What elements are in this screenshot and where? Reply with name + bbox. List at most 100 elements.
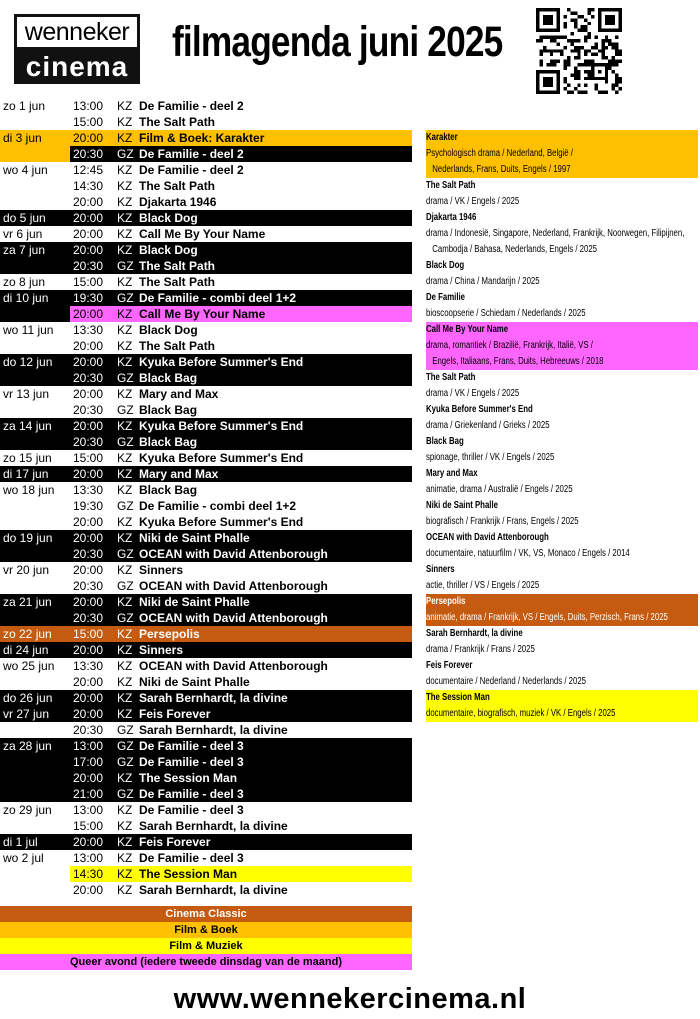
schedule-date: zo 8 jun [3,275,46,289]
schedule-time: 20:30 [73,579,104,593]
schedule-row: 20:30 GZ De Familie - deel 2 [0,146,412,162]
film-description-details: documentaire, natuurfilm / VK, VS, Monac… [426,548,630,559]
schedule-film: Mary and Max [139,467,219,481]
schedule-time: 20:00 [73,467,104,481]
film-description: Djakarta 1946 drama / Indonesië, Singapor… [426,210,698,258]
schedule-hall: KZ [117,883,133,897]
film-description-details: Psychologisch drama / Nederland, België … [426,148,573,159]
schedule-row: wo 18 jun 13:30 KZ Black Bag [0,482,412,498]
schedule-time: 20:00 [73,227,104,241]
schedule-hall: KZ [117,99,133,113]
film-descriptions: Karakter Psychologisch drama / Nederland,… [426,130,698,722]
film-description-details: drama / Griekenland / Grieks / 2025 [426,420,550,431]
schedule-row: do 19 jun 20:00 KZ Niki de Saint Phalle [0,530,412,546]
schedule-time: 20:30 [73,147,104,161]
schedule-film: Mary and Max [139,387,219,401]
schedule-film: Persepolis [139,627,200,641]
film-description: The Session Man documentaire, biografisch… [426,690,698,722]
schedule-time: 20:00 [73,531,104,545]
schedule-row: di 1 jul 20:00 KZ Feis Forever [0,834,412,850]
schedule-hall: KZ [117,419,133,433]
schedule-film: OCEAN with David Attenborough [139,611,328,625]
schedule-time: 20:00 [73,563,104,577]
schedule-row: 20:00 KZ Kyuka Before Summer's End [0,514,412,530]
schedule-date: di 3 jun [3,131,42,145]
film-description: Black Dog drama / China / Mandarijn / 202… [426,258,698,290]
schedule-row: 20:30 GZ Black Bag [0,434,412,450]
film-description-details: actie, thriller / VS / Engels / 2025 [426,580,540,591]
qr-code-icon[interactable] [536,8,622,94]
schedule-list: zo 1 jun 13:00 KZ De Familie - deel 2 15:00 K… [0,98,412,898]
schedule-row: di 10 jun 19:30 GZ De Familie - combi deel … [0,290,412,306]
schedule-time: 13:30 [73,323,104,337]
schedule-film: De Familie - deel 3 [139,851,244,865]
schedule-hall: KZ [117,563,133,577]
schedule-hall: KZ [117,819,133,833]
film-description: The Salt Path drama / VK / Engels / 2025 [426,370,698,402]
film-description: Sarah Bernhardt, la divine drama / Frankr… [426,626,698,658]
schedule-row: di 24 jun 20:00 KZ Sinners [0,642,412,658]
schedule-row: wo 11 jun 13:30 KZ Black Dog [0,322,412,338]
schedule-time: 20:30 [73,547,104,561]
schedule-film: De Familie - combi deel 1+2 [139,291,297,305]
schedule-row: wo 4 jun 12:45 KZ De Familie - deel 2 [0,162,412,178]
website-url[interactable]: www.wennekercinema.nl [0,983,700,1016]
schedule-time: 20:00 [73,675,104,689]
schedule-time: 15:00 [73,115,104,129]
schedule-hall: KZ [117,387,133,401]
film-description-details: bioscoopserie / Schiedam / Nederlands / … [426,308,586,319]
film-description-title: The Session Man [426,692,490,703]
schedule-hall: GZ [117,579,134,593]
schedule-film: Black Bag [139,435,198,449]
schedule-date: di 1 jul [3,835,38,849]
schedule-time: 20:30 [73,611,104,625]
schedule-date: wo 4 jun [3,163,48,177]
schedule-hall: KZ [117,675,133,689]
schedule-hall: KZ [117,467,133,481]
schedule-film: Niki de Saint Phalle [139,531,250,545]
schedule-date: zo 1 jun [3,99,46,113]
schedule-row: vr 20 jun 20:00 KZ Sinners [0,562,412,578]
schedule-hall: KZ [117,643,133,657]
schedule-time: 20:30 [73,259,104,273]
schedule-row: di 17 jun 20:00 KZ Mary and Max [0,466,412,482]
schedule-row: zo 15 jun 15:00 KZ Kyuka Before Summer's En… [0,450,412,466]
schedule-film: Niki de Saint Phalle [139,595,250,609]
schedule-time: 20:00 [73,307,104,321]
film-description-title: Sinners [426,564,455,575]
schedule-film: Black Dog [139,211,198,225]
film-description-title: Sarah Bernhardt, la divine [426,628,523,639]
schedule-hall: GZ [117,403,134,417]
schedule-film: De Familie - deel 3 [139,739,244,753]
schedule-film: Sarah Bernhardt, la divine [139,723,288,737]
schedule-row: 20:00 KZ The Session Man [0,770,412,786]
schedule-film: Sinners [139,643,184,657]
schedule-film: Film & Boek: Karakter [139,131,265,145]
schedule-row: 14:30 KZ The Salt Path [0,178,412,194]
schedule-hall: KZ [117,179,133,193]
schedule-film: Niki de Saint Phalle [139,675,250,689]
film-description-details: drama / Indonesië, Singapore, Nederland,… [426,228,685,239]
film-description-title: Persepolis [426,596,466,607]
schedule-time: 20:00 [73,243,104,257]
schedule-row: 21:00 GZ De Familie - deel 3 [0,786,412,802]
schedule-time: 12:45 [73,163,104,177]
schedule-row: di 3 jun 20:00 KZ Film & Boek: Karakter [0,130,412,146]
schedule-film: Sarah Bernhardt, la divine [139,691,288,705]
schedule-time: 20:00 [73,515,104,529]
schedule-film: Call Me By Your Name [139,227,266,241]
schedule-date: zo 22 jun [3,627,52,641]
schedule-row: do 5 jun 20:00 KZ Black Dog [0,210,412,226]
schedule-time: 20:00 [73,835,104,849]
schedule-row: do 26 jun 20:00 KZ Sarah Bernhardt, la divi… [0,690,412,706]
schedule-row: 20:00 KZ Niki de Saint Phalle [0,674,412,690]
schedule-row: wo 25 jun 13:30 KZ OCEAN with David Attenbo… [0,658,412,674]
schedule-row: 20:00 KZ Sarah Bernhardt, la divine [0,882,412,898]
schedule-time: 19:30 [73,499,104,513]
schedule-date: zo 29 jun [3,803,52,817]
schedule-time: 15:00 [73,627,104,641]
schedule-date: vr 20 jun [3,563,50,577]
schedule-time: 20:00 [73,595,104,609]
schedule-row: 20:00 KZ Call Me By Your Name [0,306,412,322]
schedule-row: wo 2 jul 13:00 KZ De Familie - deel 3 [0,850,412,866]
